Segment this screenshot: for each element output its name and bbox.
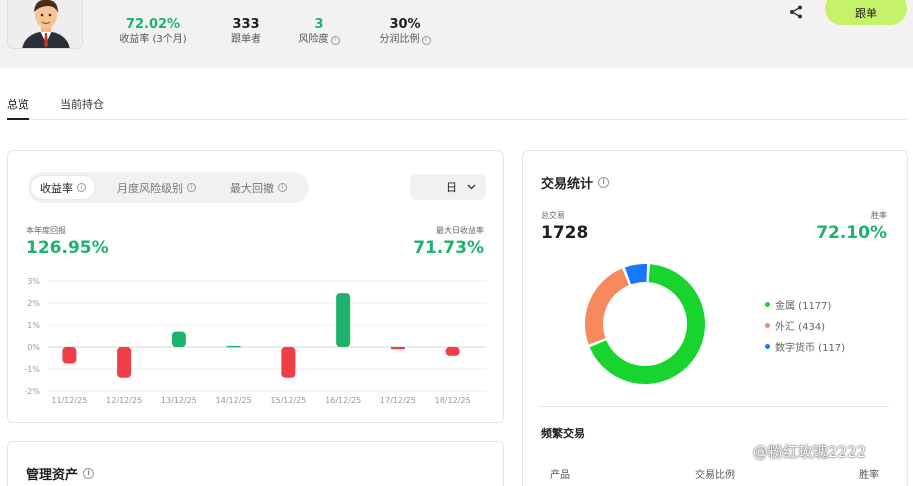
- legend-item-forex: 外汇 (434): [765, 315, 845, 336]
- y-tick-label: 2%: [27, 299, 40, 308]
- divider: [539, 406, 889, 407]
- donut-slice[interactable]: [585, 268, 630, 345]
- stat-followers-value: 333: [232, 17, 260, 32]
- x-tick-label: 17/12/25: [380, 396, 416, 405]
- column-header-win-rate: 胜率: [859, 470, 879, 481]
- x-tick-label: 12/12/25: [106, 396, 142, 405]
- stat-followers: 333 跟单者: [224, 17, 268, 47]
- managed-assets-card: 管理资产 i: [7, 441, 504, 486]
- legend-dot: [765, 344, 770, 349]
- stat-profit-share-label: 分润比例: [379, 34, 420, 45]
- stat-risk-value: 3: [314, 17, 324, 32]
- donut-slice[interactable]: [624, 264, 648, 285]
- bar[interactable]: [62, 347, 77, 364]
- tab-positions[interactable]: 当前持仓: [60, 96, 104, 120]
- avatar-illustration: [8, 0, 82, 48]
- legend-crypto-label: 数字货币 (117): [775, 343, 846, 354]
- column-header-product: 产品: [550, 470, 570, 481]
- donut-legend: 金属 (1177) 外汇 (434) 数字货币 (117): [765, 294, 845, 357]
- trade-stats-card: 交易统计 i 总交易 1728 胜率 72.10% 金属 (1177) 外汇 (…: [522, 150, 908, 486]
- y-tick-label: 3%: [27, 277, 40, 286]
- legend-item-metals: 金属 (1177): [765, 294, 845, 315]
- follow-button[interactable]: 跟单: [825, 0, 907, 25]
- info-icon[interactable]: i: [421, 35, 431, 45]
- bar[interactable]: [171, 331, 186, 347]
- legend-forex-label: 外汇 (434): [775, 322, 826, 333]
- stat-followers-label: 跟单者: [231, 34, 261, 45]
- frequent-trades-title: 频繁交易: [541, 427, 585, 440]
- legend-metals-label: 金属 (1177): [775, 301, 832, 312]
- y-tick-label: -2%: [24, 387, 40, 396]
- avatar[interactable]: [7, 0, 83, 49]
- bar[interactable]: [281, 347, 296, 378]
- stat-profit-share-value: 30%: [389, 17, 421, 32]
- x-tick-label: 16/12/25: [325, 396, 361, 405]
- x-tick-label: 14/12/25: [216, 396, 252, 405]
- daily-return-bar-chart: 3% 2% 1% 0% -1% -2% 11/12/25 12/12/25 13/12/25 14…: [24, 277, 486, 405]
- bar[interactable]: [117, 347, 132, 378]
- stat-return: 72.02% 收益率 (3个月): [113, 17, 193, 47]
- info-icon[interactable]: i: [330, 35, 340, 45]
- bar[interactable]: [390, 347, 405, 350]
- x-tick-label: 15/12/25: [270, 396, 306, 405]
- stat-risk-label: 风险度: [298, 34, 329, 45]
- y-tick-label: 1%: [27, 321, 40, 330]
- stat-return-value: 72.02%: [125, 17, 181, 32]
- column-header-trade-ratio: 交易比例: [695, 470, 735, 481]
- y-tick-label: 0%: [27, 343, 40, 352]
- legend-dot: [765, 302, 770, 307]
- stat-risk: 3 风险度 i: [293, 17, 345, 47]
- performance-card: 收益率 i 月度风险级别 i 最大回撤 i 日 本年度回报 126.95% 最大日收益…: [7, 150, 504, 423]
- legend-item-crypto: 数字货币 (117): [765, 336, 845, 357]
- x-tick-label: 13/12/25: [161, 396, 197, 405]
- share-icon[interactable]: [788, 4, 804, 20]
- stat-return-label: 收益率 (3个月): [119, 34, 187, 45]
- bar[interactable]: [336, 293, 351, 347]
- x-tick-label: 18/12/25: [435, 396, 471, 405]
- bar[interactable]: [226, 345, 241, 348]
- tab-bar: 总览 当前持仓: [7, 96, 907, 120]
- managed-assets-title: 管理资产: [26, 468, 79, 483]
- info-icon[interactable]: i: [83, 468, 95, 479]
- legend-dot: [765, 323, 770, 328]
- watermark: @粉红玫瑰2222: [753, 441, 866, 462]
- stat-profit-share: 30% 分润比例 i: [374, 17, 436, 47]
- tab-overview[interactable]: 总览: [7, 96, 29, 120]
- y-tick-label: -1%: [24, 365, 40, 374]
- x-tick-label: 11/12/25: [51, 396, 87, 405]
- watermark-text: @粉红玫瑰2222: [753, 443, 867, 461]
- bar[interactable]: [445, 347, 460, 356]
- profile-header: 72.02% 收益率 (3个月) 333 跟单者 3 风险度 i 30% 分润比例…: [0, 0, 913, 68]
